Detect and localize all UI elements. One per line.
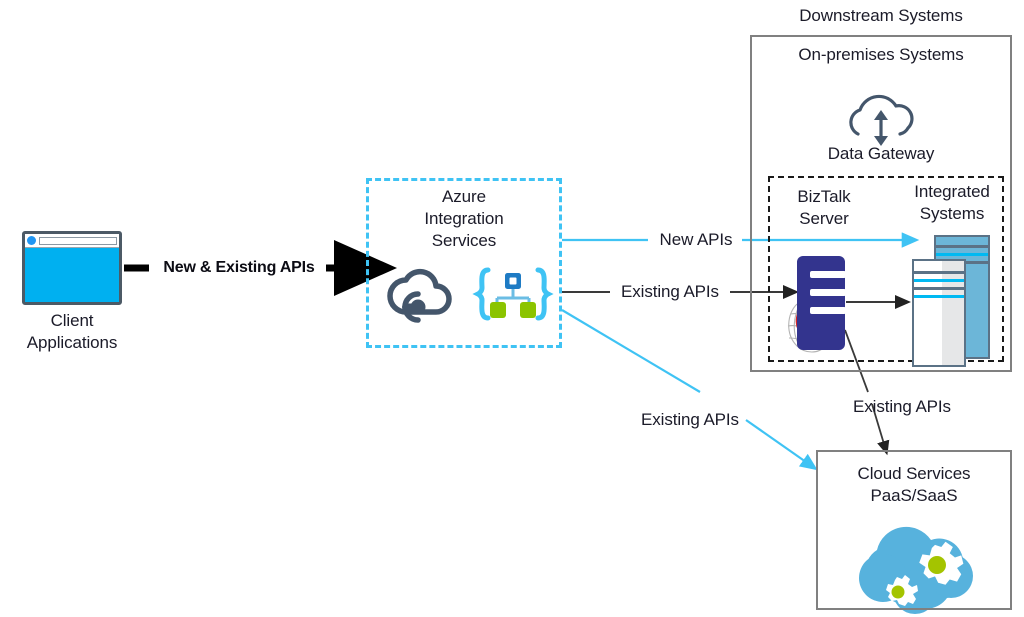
downstream-systems-title: Downstream Systems: [799, 6, 963, 25]
cloud-services-title: Cloud Services PaaS/SaaS: [857, 464, 971, 505]
browser-address-bar: [39, 236, 117, 245]
rack-front: [912, 259, 966, 367]
rack-line: [914, 295, 964, 298]
data-gateway-label: Data Gateway: [827, 144, 935, 163]
browser-content: [25, 248, 119, 302]
rack-line: [936, 253, 988, 256]
browser-title-bar: [25, 234, 119, 248]
on-premises-systems-title: On-premises Systems: [798, 45, 964, 64]
diagram-canvas: Client Applications New & Existing APIs …: [0, 0, 1024, 617]
connector-label-existing-apis-cloud: Existing APIs: [641, 410, 739, 429]
connector-label-new-apis: New APIs: [659, 230, 733, 249]
connector-label-existing-apis-biztalk-cloud: Existing APIs: [853, 397, 951, 416]
client-applications-label: Client Applications: [26, 311, 118, 352]
rack-line: [936, 245, 988, 248]
biztalk-bar-3: [810, 307, 846, 314]
integrated-systems-label: Integrated Systems: [914, 182, 990, 223]
biztalk-server-label: BizTalk Server: [797, 187, 851, 228]
biztalk-bar-1: [810, 271, 846, 278]
rack-line: [914, 279, 964, 282]
biztalk-bar-2: [810, 289, 846, 296]
rack-line: [914, 287, 964, 290]
browser-window-icon: [22, 231, 122, 305]
biztalk-server-icon: [797, 256, 846, 350]
azure-integration-services-title: Azure Integration Services: [424, 187, 504, 250]
rack-line: [914, 271, 964, 274]
connector-label-existing-apis-biztalk: Existing APIs: [621, 282, 719, 301]
connector-label-client-to-azure: New & Existing APIs: [163, 259, 315, 276]
browser-back-icon: [27, 236, 36, 245]
rack-front-shade: [942, 261, 964, 365]
